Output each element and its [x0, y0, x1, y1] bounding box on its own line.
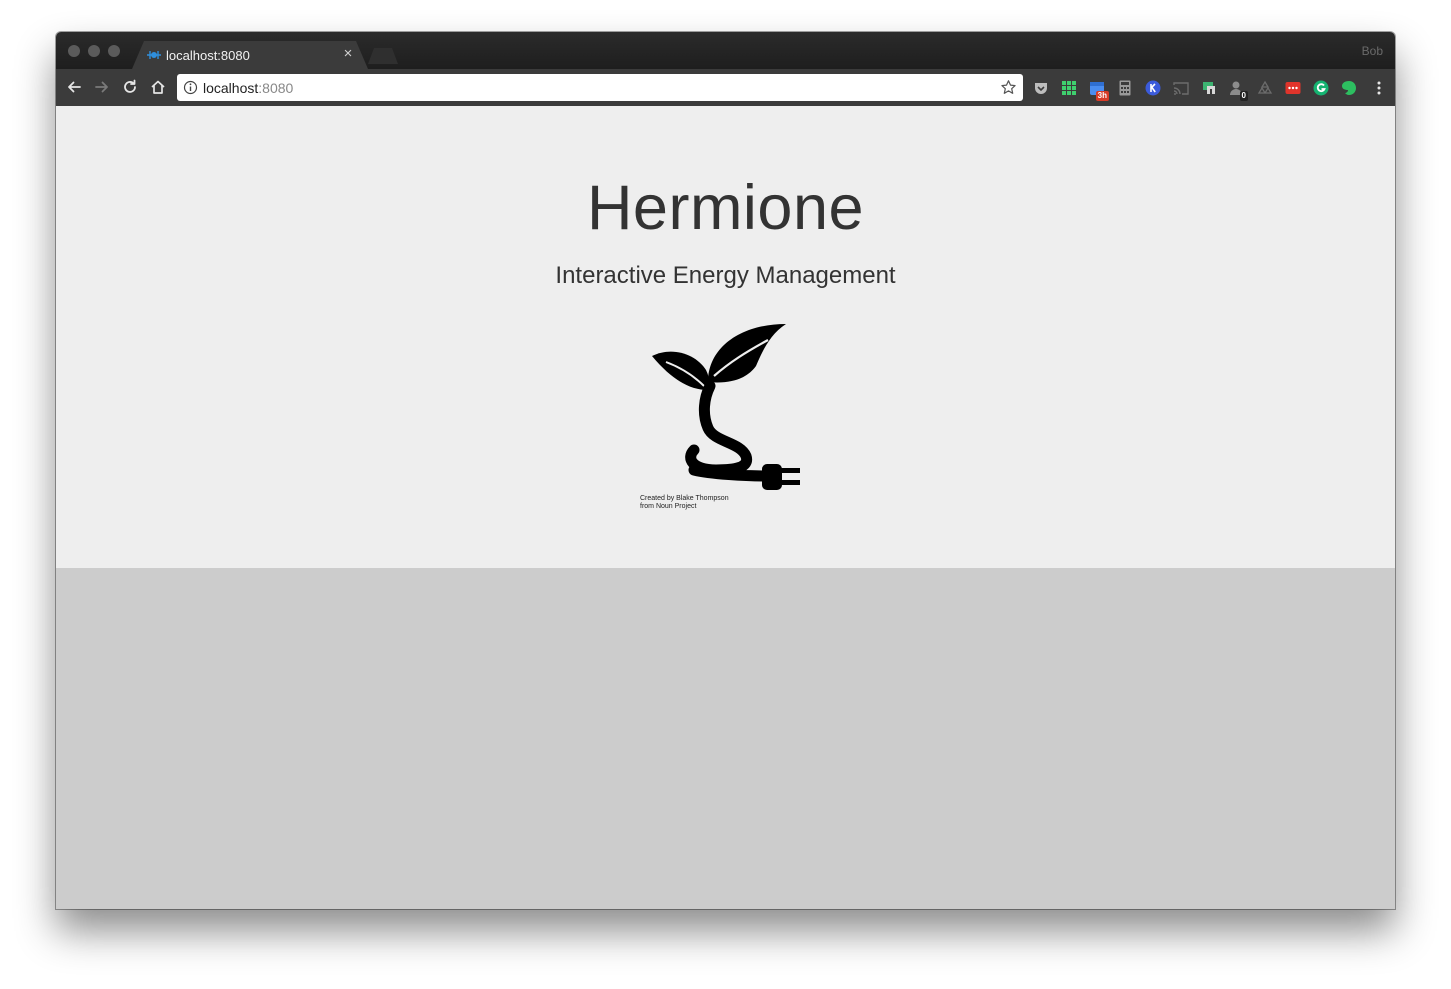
credit-line-1: Created by Blake Thompson [640, 495, 729, 502]
calculator-icon[interactable] [1117, 80, 1133, 96]
hero-section: Hermione Interactive Energy Management C… [56, 106, 1395, 568]
browser-window: localhost:8080 × Bob localhost:8080 3h 0… [56, 32, 1395, 909]
page-content: Hermione Interactive Energy Management C… [56, 106, 1395, 909]
red-dots-icon[interactable] [1285, 80, 1301, 96]
browser-toolbar: localhost:8080 3h 0 [56, 69, 1395, 106]
bookmark-star-icon[interactable] [1000, 79, 1017, 96]
evernote-icon[interactable] [1341, 80, 1357, 96]
title-bar: localhost:8080 × Bob [56, 32, 1395, 69]
page-subtitle: Interactive Energy Management [555, 262, 896, 289]
calendar-icon[interactable]: 3h [1089, 80, 1109, 101]
menu-dots-icon[interactable] [1377, 81, 1381, 95]
tag-icon[interactable] [1201, 80, 1217, 96]
favicon-icon [146, 47, 162, 63]
tab-close-icon[interactable]: × [340, 45, 356, 63]
logo-credit: Created by Blake Thompson from Noun Proj… [640, 495, 729, 511]
window-close-button[interactable] [68, 45, 80, 57]
calendar-badge: 3h [1095, 91, 1109, 101]
url-host: localhost [203, 80, 259, 96]
home-button[interactable] [147, 76, 169, 98]
home-icon [151, 80, 165, 94]
credit-line-2: from Noun Project [640, 503, 697, 510]
arrow-left-icon [68, 81, 81, 93]
arrow-right-icon [95, 81, 108, 93]
recycle-icon[interactable] [1257, 80, 1273, 96]
lock-person-icon[interactable]: 0 [1229, 80, 1248, 101]
address-bar[interactable]: localhost:8080 [177, 74, 1023, 101]
url-text[interactable]: localhost:8080 [203, 80, 293, 96]
url-port: :8080 [258, 80, 294, 96]
new-tab-button[interactable] [368, 48, 398, 64]
lock-person-badge: 0 [1239, 91, 1248, 101]
page-title: Hermione [586, 173, 865, 243]
back-button[interactable] [63, 76, 85, 98]
reload-icon [124, 79, 136, 93]
profile-name[interactable]: Bob [1362, 44, 1383, 58]
window-minimize-button[interactable] [88, 45, 100, 57]
info-icon[interactable] [183, 80, 198, 95]
browser-tab-active[interactable]: localhost:8080 × [132, 41, 368, 69]
window-maximize-button[interactable] [108, 45, 120, 57]
k-circle-icon[interactable] [1145, 80, 1161, 96]
plant-plug-logo-icon [652, 324, 800, 490]
grid-apps-icon[interactable] [1061, 80, 1077, 96]
grammarly-icon[interactable] [1313, 80, 1329, 96]
pocket-icon[interactable] [1033, 80, 1049, 96]
tab-title: localhost:8080 [166, 48, 250, 63]
forward-button[interactable] [91, 76, 113, 98]
cast-icon[interactable] [1173, 80, 1189, 96]
reload-button[interactable] [119, 76, 141, 98]
